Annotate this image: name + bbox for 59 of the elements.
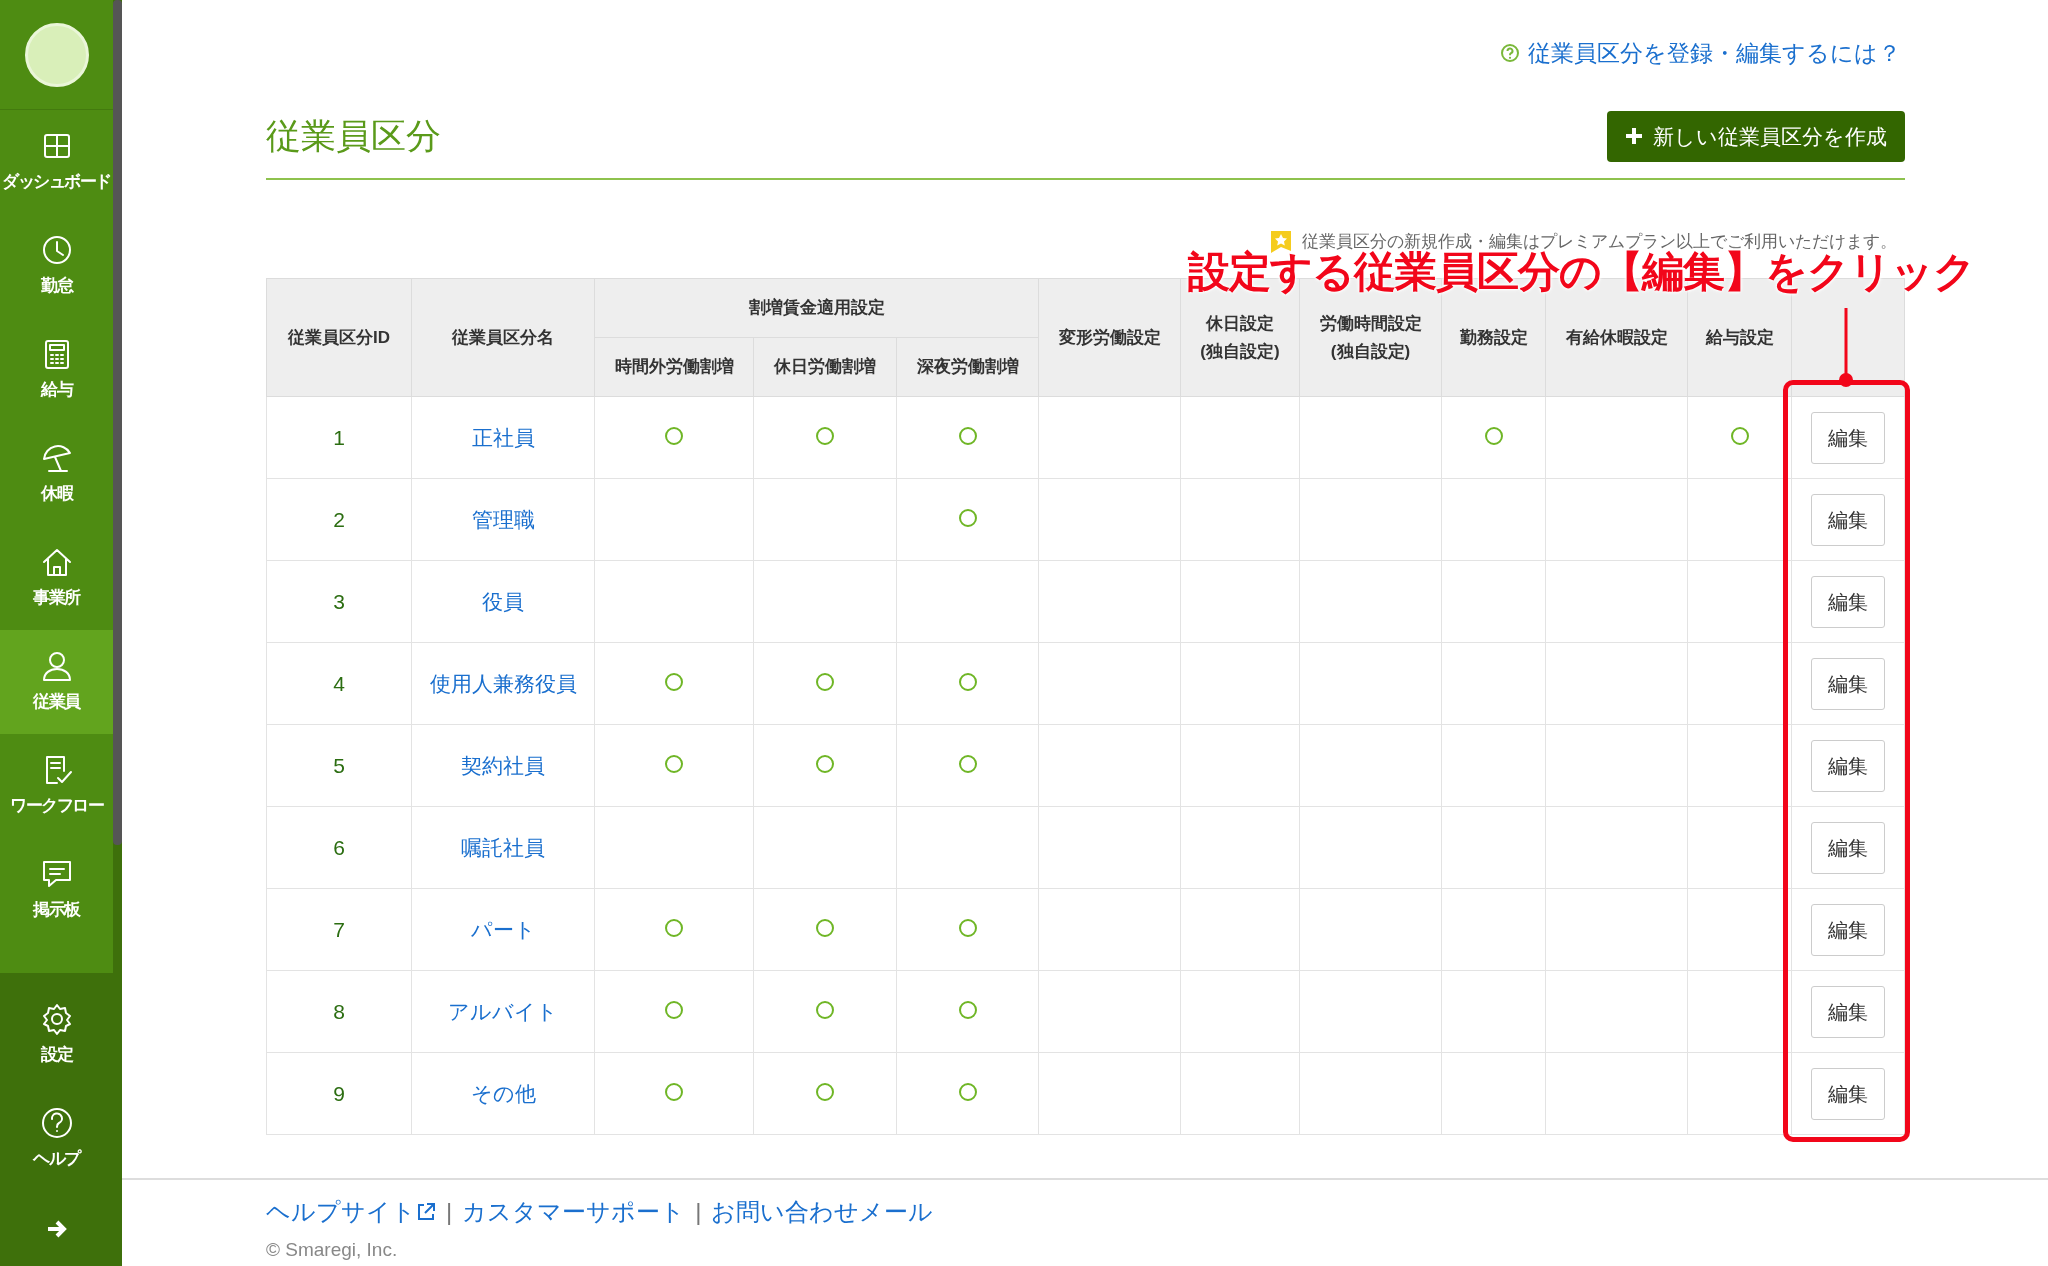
id-cell: 5	[266, 724, 412, 807]
external-link-icon	[416, 1202, 436, 1222]
column-header: 割増賃金適用設定	[594, 278, 1039, 338]
sidebar-item[interactable]: 従業員	[0, 630, 113, 734]
name-link[interactable]: 役員	[482, 589, 524, 613]
sidebar-item[interactable]: ヘルプ	[0, 1087, 113, 1191]
name-link[interactable]: 契約社員	[461, 753, 545, 777]
name-link[interactable]: 管理職	[471, 507, 535, 531]
edit-button[interactable]: 編集	[1811, 739, 1885, 792]
help-icon	[1500, 43, 1520, 64]
footer-link[interactable]: ヘルプサイト	[266, 1194, 416, 1230]
create-button[interactable]: 新しい従業員区分を作成	[1607, 110, 1905, 162]
edit-button[interactable]: 編集	[1811, 985, 1885, 1038]
help-icon	[39, 1106, 74, 1141]
name-link[interactable]: アルバイト	[448, 999, 558, 1023]
edit-button[interactable]: 編集	[1811, 821, 1885, 874]
sidebar-item[interactable]: 勤怠	[0, 214, 113, 318]
separator: |	[446, 1197, 453, 1227]
page-title: 従業員区分	[266, 115, 441, 158]
plus-icon	[1625, 127, 1643, 146]
id-cell: 8	[266, 970, 412, 1053]
help-link[interactable]: 従業員区分を登録・編集するには？	[1528, 36, 1901, 71]
column-header: 時間外労働割増	[594, 337, 754, 397]
edit-button[interactable]: 編集	[1811, 1067, 1885, 1120]
footer-link[interactable]: カスタマーサポート	[462, 1194, 686, 1230]
column-header: 休日労働割増	[753, 337, 897, 397]
id-cell: 4	[266, 642, 412, 725]
edit-button[interactable]: 編集	[1811, 657, 1885, 710]
sidebar-item[interactable]: 設定	[0, 983, 113, 1087]
copyright: © Smaregi, Inc.	[266, 1238, 399, 1262]
column-header: 深夜労働割増	[896, 337, 1039, 397]
sidebar-item[interactable]: ダッシュボード	[0, 110, 113, 214]
name-link[interactable]: 正社員	[471, 425, 535, 449]
sidebar-item[interactable]: 休暇	[0, 422, 113, 526]
separator: |	[695, 1197, 702, 1227]
sidebar-item[interactable]: ワークフロー	[0, 734, 113, 838]
sidebar-item[interactable]: 掲示板	[0, 838, 113, 942]
edit-button[interactable]: 編集	[1811, 493, 1885, 546]
name-link[interactable]: その他	[470, 1081, 536, 1105]
name-link[interactable]: 嘱託社員	[461, 835, 545, 859]
edit-button[interactable]: 編集	[1811, 411, 1885, 464]
id-cell: 7	[266, 888, 412, 971]
id-cell: 6	[266, 806, 412, 889]
sidebar-item[interactable]: 事業所	[0, 526, 113, 630]
scrollbar[interactable]	[113, 0, 122, 845]
star-badge-icon	[1270, 230, 1292, 254]
id-cell: 1	[266, 396, 412, 479]
expand-arrow-icon[interactable]	[45, 1218, 68, 1239]
footer-link[interactable]: お問い合わせメール	[711, 1194, 934, 1230]
column-header: 従業員区分名	[411, 278, 595, 397]
id-cell: 2	[266, 478, 412, 561]
name-link[interactable]: パート	[470, 917, 536, 941]
edit-button[interactable]: 編集	[1811, 575, 1885, 628]
id-cell: 3	[266, 560, 412, 643]
id-cell: 9	[266, 1052, 412, 1135]
edit-button[interactable]: 編集	[1811, 903, 1885, 956]
column-header: 変形労働設定	[1038, 278, 1181, 397]
column-header: 従業員区分ID	[266, 278, 412, 397]
sidebar-item[interactable]: 給与	[0, 318, 113, 422]
